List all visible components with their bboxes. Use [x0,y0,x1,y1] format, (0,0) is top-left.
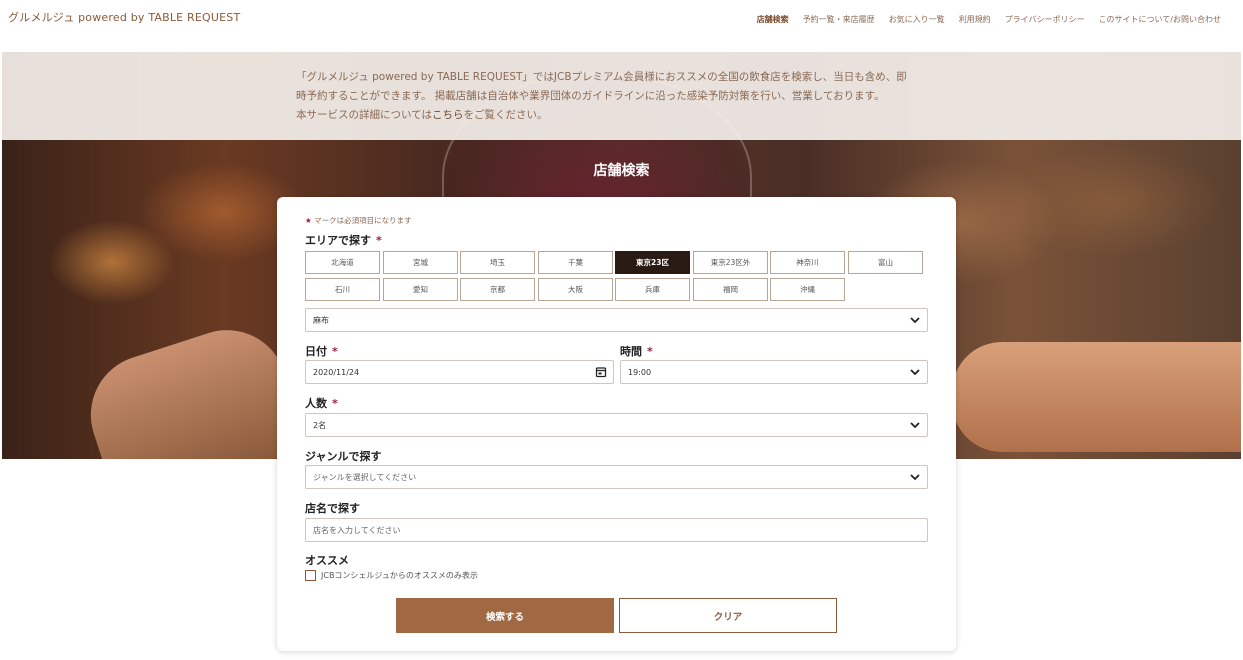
date-label: 日付 * [305,343,338,359]
time-label-text: 時間 [620,345,642,358]
recommend-label: オススメ [305,554,349,567]
people-label: 人数 * [305,395,338,411]
area-button-miyagi[interactable]: 宮城 [383,251,458,274]
date-value: 2020/11/24 [313,367,360,377]
nav-store-search[interactable]: 店舗検索 [757,14,789,25]
date-required-mark: * [332,345,338,358]
page-title: 店舗検索 [593,163,650,179]
area-button-hyogo[interactable]: 兵庫 [615,278,690,301]
intro-line-2: 時予約することができます。 掲載店舗は自治体や業界団体のガイドラインに沿った感染… [296,90,885,102]
time-select[interactable]: 19:00 [620,360,928,384]
genre-label: ジャンルで探す [305,450,382,463]
people-select[interactable]: 2名 [305,413,928,437]
recommend-checkbox-row: JCBコンシェルジュからのオススメのみ表示 [305,570,478,581]
people-value: 2名 [313,420,327,430]
area-button-kyoto[interactable]: 京都 [460,278,535,301]
area-button-tokyo-outside[interactable]: 東京23区外 [693,251,768,274]
area-button-osaka[interactable]: 大阪 [538,278,613,301]
chevron-down-icon [910,474,920,481]
search-form-card: ★ マークは必須項目になります エリアで探す * 北海道 宮城 埼玉 千葉 東京2… [277,197,956,651]
required-star-icon: ★ [305,216,312,225]
area-button-toyama[interactable]: 富山 [848,251,923,274]
sub-area-value: 麻布 [313,315,329,325]
calendar-icon[interactable] [595,366,607,378]
nav-about-contact[interactable]: このサイトについて/お問い合わせ [1099,14,1221,25]
recommend-checkbox[interactable] [305,570,316,581]
store-name-label: 店名で探す [305,502,360,515]
area-label-text: エリアで探す [305,234,371,247]
intro-line-1: 「グルメルジュ powered by TABLE REQUEST」ではJCBプレ… [296,71,907,83]
area-button-hokkaido[interactable]: 北海道 [305,251,380,274]
area-button-aichi[interactable]: 愛知 [383,278,458,301]
people-label-text: 人数 [305,397,327,410]
top-bar: グルメルジュ powered by TABLE REQUEST 店舗検索 予約一… [0,0,1243,52]
store-name-input[interactable]: 店名を入力してください [305,518,928,542]
chevron-down-icon [910,317,920,324]
sub-area-select[interactable]: 麻布 [305,308,928,332]
nav-terms[interactable]: 利用規約 [959,14,991,25]
intro-line-3-pre: 本サービスの詳細については [296,109,432,121]
time-value: 19:00 [628,367,652,377]
people-required-mark: * [332,397,338,410]
area-button-tokyo23[interactable]: 東京23区 [615,251,690,274]
required-note-text: マークは必須項目になります [314,216,412,225]
search-button[interactable]: 検索する [396,598,614,633]
time-required-mark: * [647,345,653,358]
time-label: 時間 * [620,343,653,359]
main-nav: 店舗検索 予約一覧・来店履歴 お気に入り一覧 利用規約 プライバシーポリシー こ… [757,14,1221,25]
area-button-okinawa[interactable]: 沖縄 [770,278,845,301]
area-required-mark: * [376,234,382,247]
store-name-placeholder: 店名を入力してください [313,525,401,535]
date-label-text: 日付 [305,345,327,358]
area-label: エリアで探す * [305,232,382,248]
genre-select[interactable]: ジャンルを選択してください [305,465,928,489]
date-input[interactable]: 2020/11/24 [305,360,614,384]
area-button-saitama[interactable]: 埼玉 [460,251,535,274]
details-link[interactable]: こちら [432,109,464,121]
area-button-kanagawa[interactable]: 神奈川 [770,251,845,274]
chevron-down-icon [910,422,920,429]
chevron-down-icon [910,369,920,376]
hero-arm-left-image [75,314,309,459]
nav-favorites[interactable]: お気に入り一覧 [889,14,945,25]
area-button-fukuoka[interactable]: 福岡 [693,278,768,301]
intro-line-3-post: をご覧ください。 [463,109,548,121]
recommend-checkbox-label[interactable]: JCBコンシェルジュからのオススメのみ表示 [321,570,478,581]
required-note: ★ マークは必須項目になります [305,215,412,226]
brand-logo-text[interactable]: グルメルジュ powered by TABLE REQUEST [8,9,240,25]
area-button-chiba[interactable]: 千葉 [538,251,613,274]
hero-arm-right-image [952,342,1241,452]
intro-line-3: 本サービスの詳細についてはこちらをご覧ください。 [296,106,956,125]
area-button-ishikawa[interactable]: 石川 [305,278,380,301]
nav-reservations[interactable]: 予約一覧・来店履歴 [803,14,875,25]
genre-placeholder: ジャンルを選択してください [313,472,417,482]
intro-text: 「グルメルジュ powered by TABLE REQUEST」ではJCBプレ… [296,68,956,125]
nav-privacy[interactable]: プライバシーポリシー [1005,14,1085,25]
clear-button[interactable]: クリア [619,598,837,633]
